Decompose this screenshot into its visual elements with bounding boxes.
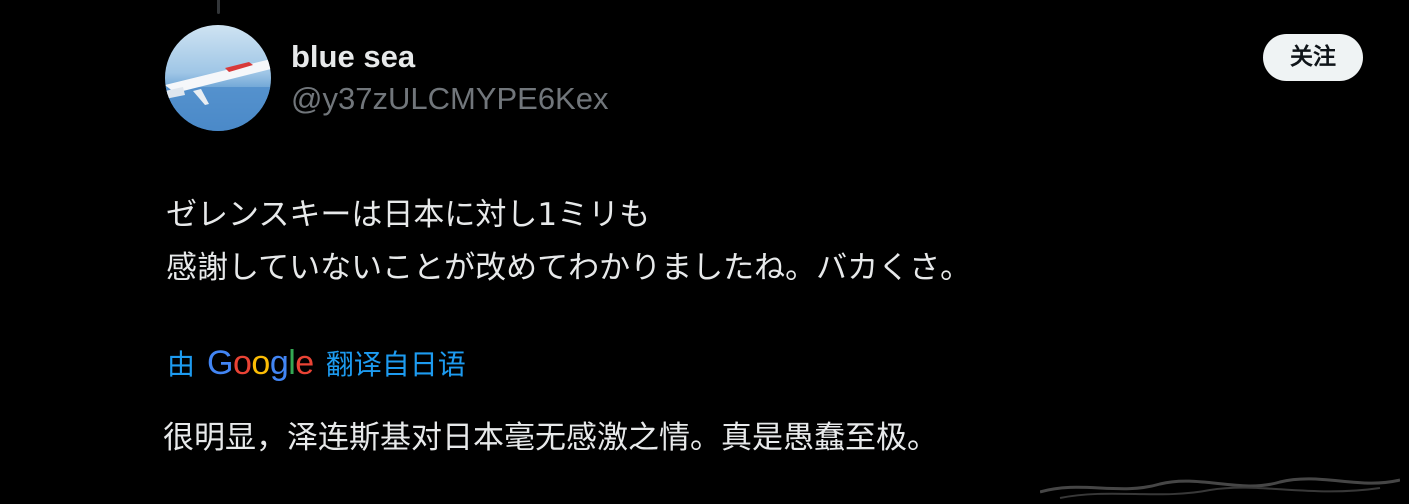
- google-logo-icon: Google: [207, 341, 314, 385]
- watermark-icon: [1040, 477, 1400, 499]
- airplane-wing-avatar-icon: [165, 25, 271, 131]
- google-logo-letter: o: [232, 344, 252, 382]
- google-logo-letter: G: [207, 344, 233, 382]
- thread-connector-line: [217, 0, 220, 14]
- author-handle[interactable]: @y37zULCMYPE6Kex: [291, 79, 608, 119]
- tweet-text: ゼレンスキーは日本に対し1ミリも 感謝していないことが改めてわかりましたね。バカ…: [166, 189, 1316, 295]
- author-display-name[interactable]: blue sea: [291, 37, 415, 77]
- translated-by-prefix: 由: [167, 348, 196, 381]
- avatar[interactable]: [165, 25, 271, 131]
- translated-by-suffix: 翻译自日语: [325, 348, 466, 381]
- follow-button[interactable]: 关注: [1263, 34, 1363, 81]
- google-logo-letter: o: [251, 344, 270, 382]
- translation-text: 很明显，泽连斯基对日本毫无感激之情。真是愚蠢至极。: [163, 420, 938, 456]
- tweet-text-line: ゼレンスキーは日本に対し1ミリも: [166, 197, 651, 233]
- google-logo-letter: g: [269, 344, 289, 382]
- google-logo-letter: e: [295, 344, 314, 382]
- tweet-text-line: 感謝していないことが改めてわかりましたね。バカくさ。: [166, 250, 972, 286]
- translated-by-google-link[interactable]: 由 Google 翻译自日语: [167, 341, 466, 385]
